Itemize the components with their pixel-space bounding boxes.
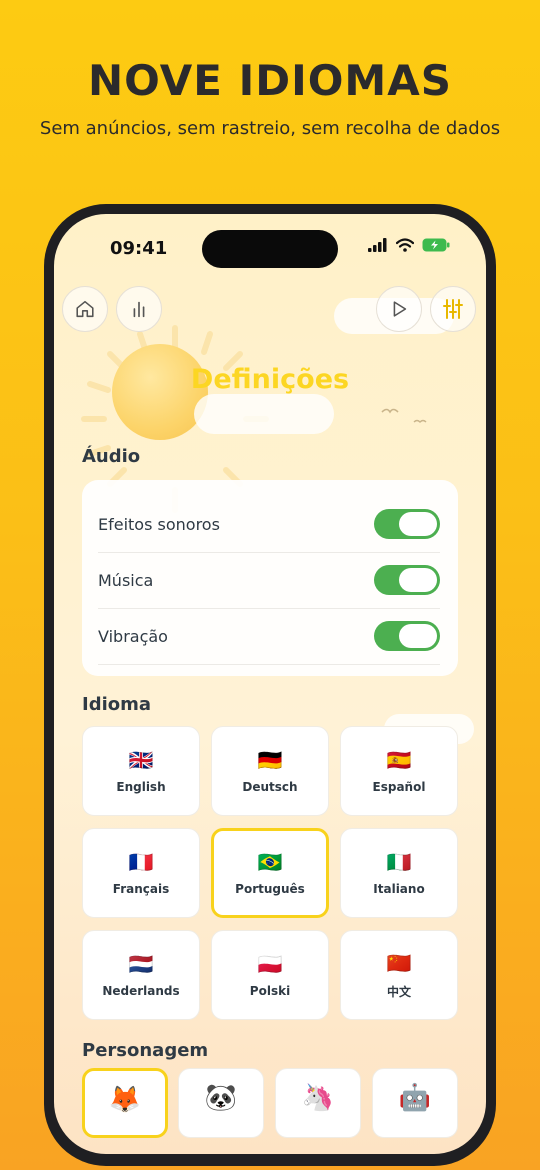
sound-effects-toggle[interactable]: [374, 509, 440, 539]
flag-brazil-icon: 🇧🇷: [257, 850, 283, 874]
language-option-english[interactable]: 🇬🇧 English: [82, 726, 200, 816]
sliders-icon: [443, 299, 463, 319]
language-name: Español: [372, 780, 426, 794]
language-option-chinese[interactable]: 🇨🇳 中文: [340, 930, 458, 1020]
flag-france-icon: 🇫🇷: [128, 850, 154, 874]
cloud-decoration: [194, 394, 334, 434]
sound-effects-label: Efeitos sonoros: [98, 514, 220, 534]
audio-section-label: Áudio: [82, 446, 141, 467]
sound-effects-row: Efeitos sonoros: [98, 496, 440, 553]
fox-icon: 🦊: [108, 1085, 142, 1115]
language-name: Deutsch: [242, 780, 298, 794]
play-button[interactable]: [376, 286, 422, 332]
flag-poland-icon: 🇵🇱: [257, 952, 283, 976]
vibration-row: Vibração: [98, 608, 440, 665]
headline: NOVE IDIOMAS: [88, 56, 452, 105]
robot-icon: 🤖: [398, 1083, 432, 1113]
home-icon: [76, 300, 94, 318]
music-toggle[interactable]: [374, 565, 440, 595]
character-option-fox[interactable]: 🦊: [82, 1068, 168, 1138]
signal-icon: [368, 238, 387, 252]
battery-icon: [422, 238, 450, 252]
page-title: Definições: [190, 364, 350, 395]
language-name: 中文: [386, 984, 411, 999]
language-option-italiano[interactable]: 🇮🇹 Italiano: [340, 828, 458, 918]
flag-uk-icon: 🇬🇧: [128, 748, 154, 772]
phone-frame: 09:41 Definições Áudio Efeitos sonoros M…: [44, 204, 496, 1166]
settings-button[interactable]: [430, 286, 476, 332]
home-button[interactable]: [62, 286, 108, 332]
panda-icon: 🐼: [204, 1083, 238, 1113]
app-screen: 09:41 Definições Áudio Efeitos sonoros M…: [54, 214, 486, 1154]
flag-spain-icon: 🇪🇸: [386, 748, 412, 772]
language-name: Português: [235, 882, 305, 896]
unicorn-icon: 🦄: [301, 1083, 335, 1113]
vibration-toggle[interactable]: [374, 621, 440, 651]
flag-germany-icon: 🇩🇪: [257, 748, 283, 772]
status-icons: [368, 238, 450, 252]
language-option-polski[interactable]: 🇵🇱 Polski: [211, 930, 329, 1020]
character-option-panda[interactable]: 🐼: [178, 1068, 264, 1138]
character-option-unicorn[interactable]: 🦄: [275, 1068, 361, 1138]
language-option-francais[interactable]: 🇫🇷 Français: [82, 828, 200, 918]
language-option-espanol[interactable]: 🇪🇸 Español: [340, 726, 458, 816]
language-section-label: Idioma: [82, 694, 152, 715]
wifi-icon: [396, 238, 414, 252]
language-name: Italiano: [373, 882, 425, 896]
character-section-label: Personagem: [82, 1040, 209, 1061]
language-name: Français: [112, 882, 170, 896]
language-name: Nederlands: [102, 984, 180, 998]
bar-chart-icon: [133, 301, 145, 318]
music-label: Música: [98, 570, 154, 590]
play-icon: [393, 301, 407, 317]
character-option-robot[interactable]: 🤖: [372, 1068, 458, 1138]
flag-italy-icon: 🇮🇹: [386, 850, 412, 874]
audio-settings-card: Efeitos sonoros Música Vibração: [82, 480, 458, 676]
stats-button[interactable]: [116, 286, 162, 332]
language-name: English: [116, 780, 166, 794]
flag-china-icon: 🇨🇳: [386, 950, 412, 975]
vibration-label: Vibração: [98, 626, 168, 646]
flag-netherlands-icon: 🇳🇱: [128, 952, 154, 976]
language-option-nederlands[interactable]: 🇳🇱 Nederlands: [82, 930, 200, 1020]
music-row: Música: [98, 552, 440, 609]
dynamic-island: [202, 230, 338, 268]
language-name: Polski: [249, 984, 291, 998]
birds-decoration: [381, 408, 427, 423]
language-option-deutsch[interactable]: 🇩🇪 Deutsch: [211, 726, 329, 816]
language-option-portugues[interactable]: 🇧🇷 Português: [211, 828, 329, 918]
status-time: 09:41: [110, 238, 168, 259]
subheadline: Sem anúncios, sem rastreio, sem recolha …: [39, 118, 501, 139]
